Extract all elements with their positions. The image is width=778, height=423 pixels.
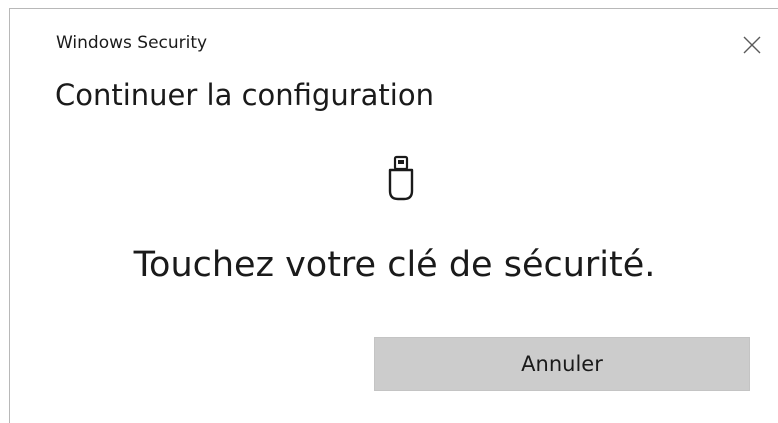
security-dialog: Windows Security Continuer la configurat… — [9, 8, 778, 423]
dialog-heading: Continuer la configuration — [55, 78, 434, 112]
close-button[interactable] — [738, 31, 766, 59]
instruction-message: Touchez votre clé de sécurité. — [133, 245, 656, 285]
usb-security-key-icon — [388, 155, 414, 201]
close-icon — [743, 36, 761, 54]
cancel-button[interactable]: Annuler — [374, 337, 750, 391]
cancel-button-label: Annuler — [521, 352, 603, 376]
window-title: Windows Security — [56, 33, 208, 53]
